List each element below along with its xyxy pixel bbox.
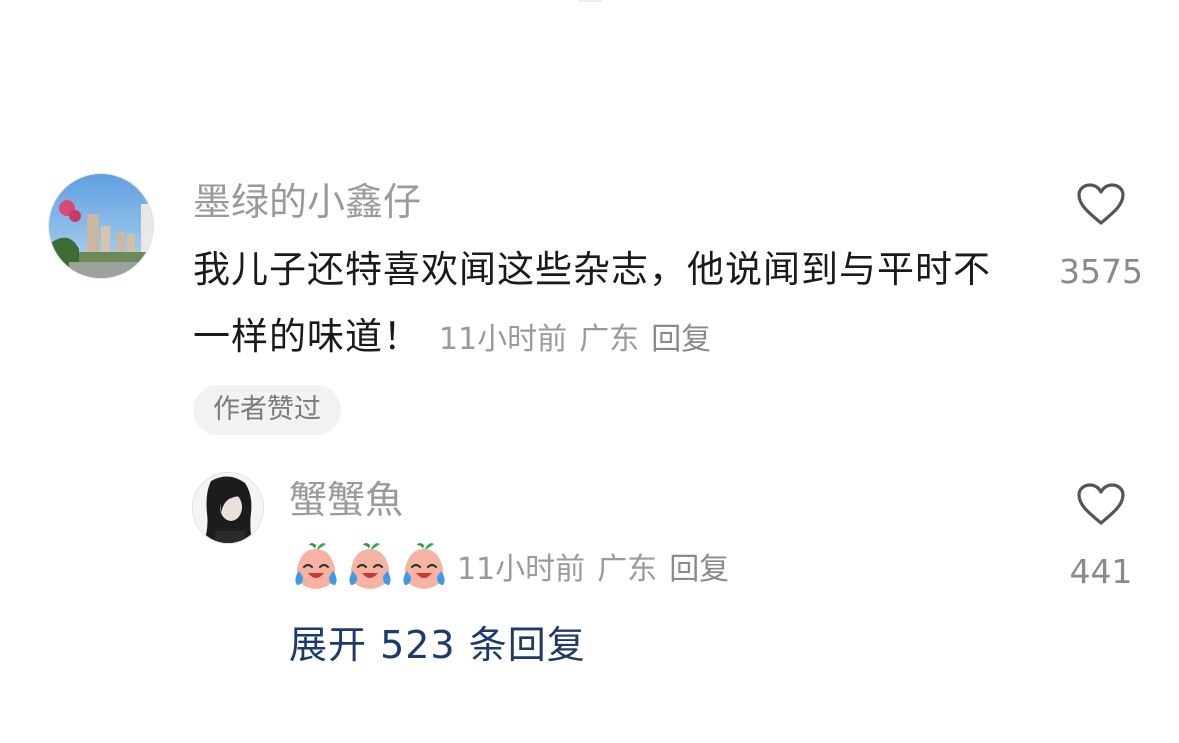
comment-body: 我儿子还特喜欢闻这些杂志，他说闻到与平时不一样的味道！ 11小时前 广东 回复 <box>193 236 1023 373</box>
heart-outline-icon <box>1077 183 1125 225</box>
comment-like-button[interactable]: 3575 <box>1041 181 1161 288</box>
reply-username[interactable]: 蟹蟹魚 <box>289 481 403 519</box>
author-liked-badge: 作者赞过 <box>193 385 341 435</box>
avatar-image <box>49 174 153 278</box>
comment-like-count: 3575 <box>1059 252 1143 291</box>
comment-time: 11小时前 <box>439 322 568 357</box>
reply-like-button[interactable]: 441 <box>1041 481 1161 588</box>
top-handle <box>578 0 602 2</box>
reply-like-count: 441 <box>1069 552 1133 591</box>
comment-location: 广东 <box>579 322 640 357</box>
reply-avatar-image <box>193 473 263 543</box>
crying-laughing-peach-emoji <box>349 543 391 589</box>
reply-avatar[interactable] <box>192 472 264 544</box>
reply-time: 11小时前 <box>457 552 586 587</box>
reply-body: 11小时前 广东 回复 <box>289 536 729 596</box>
reply-location: 广东 <box>597 552 658 587</box>
reply-meta: 11小时前 广东 回复 <box>457 544 729 588</box>
avatar[interactable] <box>48 173 154 279</box>
crying-laughing-peach-emoji <box>403 543 445 589</box>
expand-replies-link[interactable]: 展开 523 条回复 <box>289 626 586 664</box>
reply-reply-button[interactable]: 回复 <box>669 552 729 587</box>
crying-laughing-peach-emoji <box>295 543 337 589</box>
heart-outline-icon <box>1077 483 1125 525</box>
reply-button[interactable]: 回复 <box>651 322 711 357</box>
comment-username[interactable]: 墨绿的小鑫仔 <box>193 183 421 221</box>
comment-meta: 11小时前 广东 回复 <box>439 322 711 357</box>
